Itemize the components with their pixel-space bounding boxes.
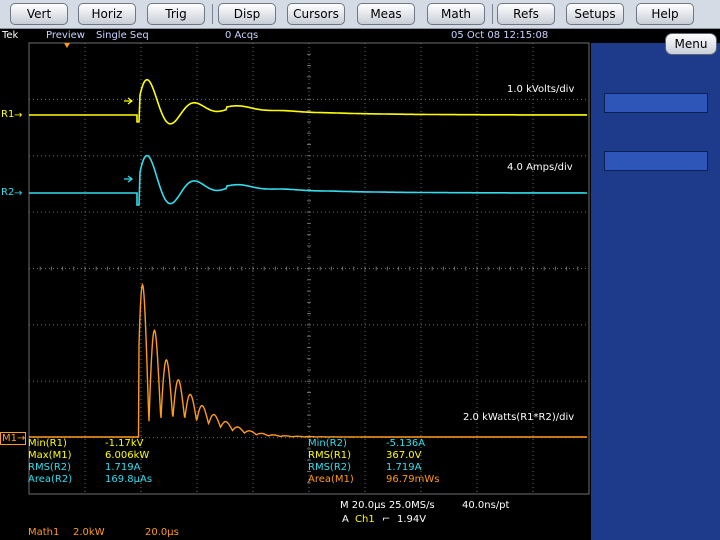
preview-status: Preview — [46, 30, 85, 41]
r2-trigger-arrow — [124, 175, 133, 183]
sample-interval: 40.0ns/pt — [462, 500, 510, 511]
trigger-channel: Ch1 — [355, 514, 375, 525]
right-measurement-name: RMS(R1) — [308, 450, 352, 461]
r1-scale-label: 1.0 kVolts/div — [507, 84, 575, 95]
left-measurement-name: Area(R2) — [28, 474, 73, 485]
math-scale: 2.0kW — [73, 527, 105, 538]
waveforms — [29, 78, 587, 438]
r1-trigger-arrow — [124, 97, 133, 105]
left-measurement-name: RMS(R2) — [28, 462, 72, 473]
r1-waveform — [29, 78, 587, 125]
r1-marker-icon[interactable]: → — [14, 110, 22, 121]
toolbar-separator — [492, 4, 493, 24]
right-measurement-value: 367.0V — [386, 450, 422, 461]
refs-button[interactable]: Refs — [497, 3, 555, 25]
trigger-position-marker — [64, 43, 70, 48]
r2-scale-label: 4.0 Amps/div — [507, 162, 573, 173]
help-button[interactable]: Help — [636, 3, 694, 25]
left-measurement-value: 1.719A — [105, 462, 141, 473]
trigger-level: 1.94V — [397, 514, 427, 525]
trig-button[interactable]: Trig — [147, 3, 205, 25]
m1-scale-label: 2.0 kWatts(R1*R2)/div — [463, 412, 575, 423]
m1-channel-label[interactable]: M1→ — [0, 432, 26, 445]
left-measurement-name: Max(M1) — [28, 450, 72, 461]
toolbar: Vert Horiz Trig Disp Cursors Meas Math R… — [0, 0, 720, 29]
r2-marker-icon[interactable]: → — [14, 188, 22, 199]
toolbar-separator — [212, 4, 213, 24]
right-measurement-name: Min(R2) — [308, 438, 347, 449]
left-measurement-value: 6.006kW — [105, 450, 150, 461]
side-menu-box-2[interactable] — [604, 151, 708, 171]
math-button[interactable]: Math — [427, 3, 485, 25]
right-measurement-value: -5.136A — [386, 438, 426, 449]
side-panel — [591, 43, 720, 540]
graticule-border — [28, 42, 590, 495]
date-time: 05 Oct 08 12:15:08 — [451, 30, 549, 41]
rising-edge-icon: ⌐ — [382, 514, 391, 525]
status-bar: Tek Preview Single Seq 0 Acqs 05 Oct 08 … — [0, 29, 720, 43]
right-measurement-name: RMS(R2) — [308, 462, 352, 473]
right-measurement-name: Area(M1) — [308, 474, 354, 485]
brand-label: Tek — [2, 30, 19, 41]
graticule — [28, 42, 590, 495]
horiz-button[interactable]: Horiz — [78, 3, 136, 25]
acquisition-mode: Single Seq — [96, 30, 149, 41]
left-measurement-value: 169.8µAs — [105, 474, 153, 485]
cursors-button[interactable]: Cursors — [287, 3, 345, 25]
math-time: 20.0µs — [145, 527, 179, 538]
menu-button[interactable]: Menu — [665, 33, 717, 55]
right-measurement-value: 1.719A — [386, 462, 422, 473]
r2-waveform — [29, 154, 587, 206]
side-menu-box-1[interactable] — [604, 93, 708, 113]
trigger-source-prefix: A — [342, 514, 349, 525]
disp-button[interactable]: Disp — [218, 3, 276, 25]
right-measurement-value: 96.79mWs — [386, 474, 440, 485]
math-label: Math1 — [28, 527, 60, 538]
r1-channel-label[interactable]: R1 — [1, 109, 14, 120]
bottom-readout: M 20.0µs 25.0MS/s 40.0ns/pt A Ch1 ⌐ 1.94… — [0, 496, 591, 540]
setups-button[interactable]: Setups — [566, 3, 624, 25]
vert-button[interactable]: Vert — [10, 3, 68, 25]
meas-button[interactable]: Meas — [357, 3, 415, 25]
timebase-readout: M 20.0µs 25.0MS/s — [340, 500, 435, 511]
left-measurement-value: -1.17kV — [105, 438, 144, 449]
r2-channel-label[interactable]: R2 — [1, 187, 14, 198]
left-measurement-name: Min(R1) — [28, 438, 67, 449]
acquisition-count: 0 Acqs — [225, 30, 259, 41]
